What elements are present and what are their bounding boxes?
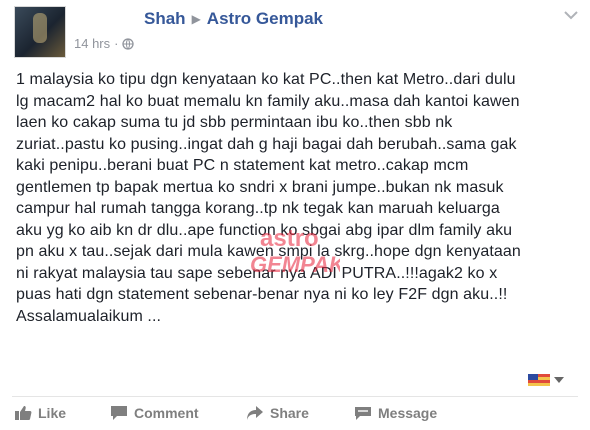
like-button[interactable]: Like <box>14 405 66 421</box>
avatar[interactable] <box>14 6 66 58</box>
divider <box>12 396 578 397</box>
message-button[interactable]: Message <box>354 405 437 421</box>
post-body-text: 1 malaysia ko tipu dgn kenyataan ko kat … <box>16 71 521 325</box>
comment-icon <box>111 406 127 420</box>
message-icon <box>355 407 371 420</box>
comment-button[interactable]: Comment <box>110 405 199 421</box>
language-selector[interactable] <box>528 370 576 390</box>
action-bar: Like Comment Share Message <box>0 401 590 427</box>
arrow-right-icon: ▶ <box>191 12 201 26</box>
comment-label: Comment <box>134 405 199 421</box>
dropdown-triangle-icon <box>554 377 564 383</box>
post-header: Shah ▶ Astro Gempak <box>144 9 323 29</box>
avatar-photo-detail <box>33 13 47 43</box>
post-meta: 14 hrs · <box>74 36 135 51</box>
flag-icon <box>528 374 550 386</box>
globe-icon <box>122 37 135 50</box>
thumbs-up-icon <box>15 406 32 420</box>
message-label: Message <box>378 405 438 421</box>
chevron-down-icon[interactable] <box>564 10 578 20</box>
timestamp[interactable]: 14 hrs <box>74 36 110 51</box>
page-name[interactable]: Astro Gempak <box>207 9 323 29</box>
author-name[interactable]: Shah <box>144 9 186 29</box>
facebook-post: Shah ▶ Astro Gempak 14 hrs · 1 malaysia … <box>0 0 590 430</box>
share-arrow-icon <box>247 406 263 420</box>
meta-separator: · <box>114 36 119 51</box>
like-label: Like <box>38 405 67 421</box>
share-button[interactable]: Share <box>246 405 309 421</box>
share-label: Share <box>270 405 309 421</box>
